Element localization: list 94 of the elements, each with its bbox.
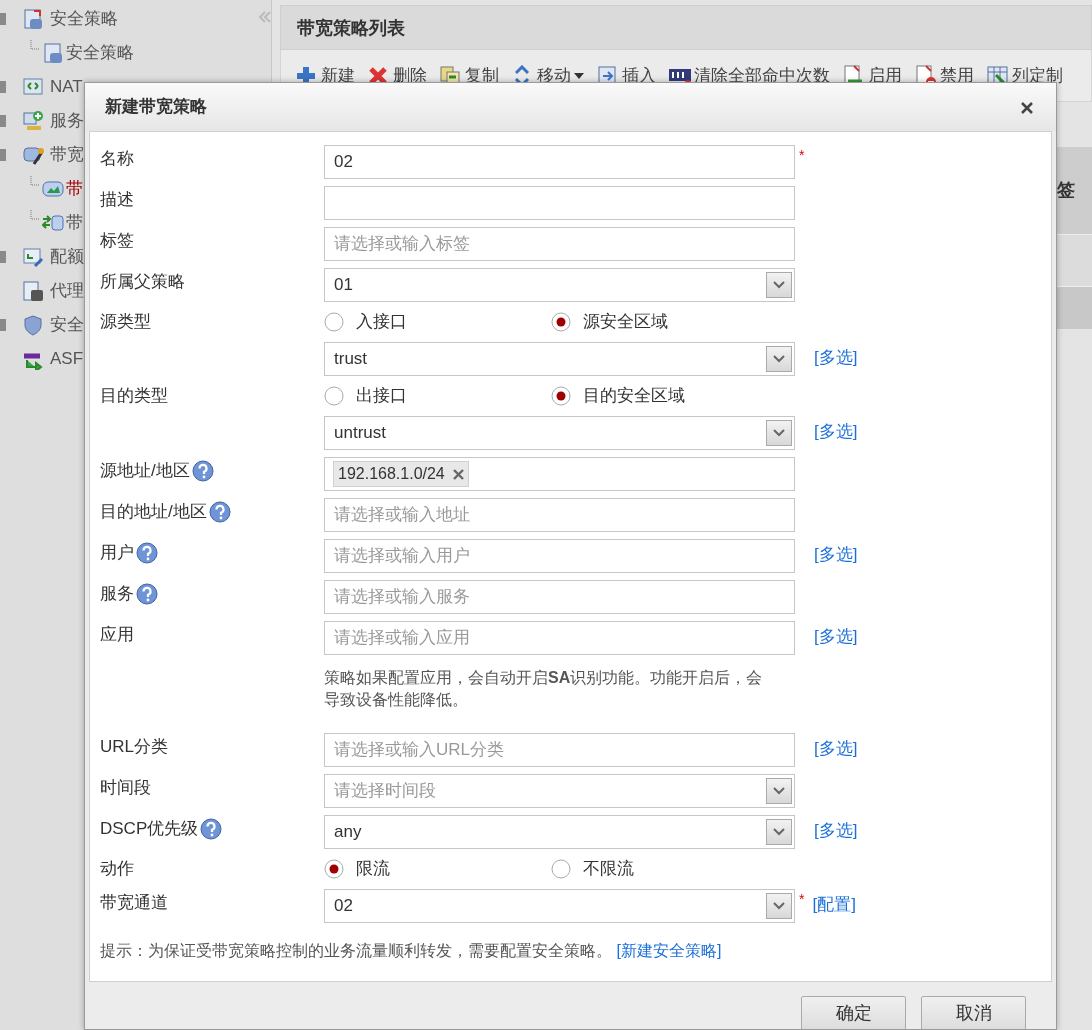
dropdown-field[interactable]: trust — [324, 342, 795, 376]
dropdown-field[interactable]: untrust — [324, 416, 795, 450]
field-label: 应用 — [100, 624, 134, 646]
link[interactable]: [多选] — [814, 732, 858, 762]
field-label: 服务 — [100, 583, 134, 605]
sidebar-item[interactable]: 安全策略 — [50, 6, 118, 32]
dropdown-button[interactable] — [766, 420, 792, 446]
field-label: DSCP优先级 — [100, 817, 199, 840]
radio-label: 限流 — [356, 858, 390, 881]
dropdown-button[interactable] — [766, 272, 792, 298]
help-icon[interactable] — [136, 541, 158, 564]
sidebar-item[interactable]: ASF — [50, 346, 84, 372]
close-icon — [1020, 100, 1034, 115]
field-label: URL分类 — [100, 735, 168, 758]
sidebar-item[interactable]: 带宽 — [50, 142, 84, 168]
radio-label: 入接口 — [356, 311, 407, 334]
radio-button[interactable] — [551, 858, 571, 879]
field-label: 带宽通道 — [100, 891, 168, 914]
field-label: 标签 — [100, 230, 134, 252]
ok-button[interactable]: 确定 — [801, 995, 906, 1029]
sidebar-item[interactable]: 代理 — [50, 278, 84, 304]
help-icon[interactable] — [136, 582, 158, 605]
link[interactable]: [多选] — [814, 416, 858, 445]
panel-title: 带宽策略列表 — [280, 5, 1092, 50]
input-field[interactable] — [324, 186, 795, 220]
radio-label: 目的安全区域 — [583, 385, 685, 408]
field-label: 动作 — [100, 857, 134, 880]
column-header: 签 — [1057, 147, 1092, 234]
sidebar-item[interactable]: 服务 — [50, 108, 84, 134]
sidebar-item[interactable]: 带 — [66, 210, 83, 236]
sidebar-item[interactable]: 安全 — [50, 312, 84, 338]
caret-icon — [773, 901, 785, 910]
input-field[interactable]: 请选择或输入用户 — [324, 539, 795, 573]
dropdown-button[interactable] — [766, 892, 792, 919]
tag-input-field[interactable]: 192.168.1.0/24 — [324, 457, 795, 491]
remove-icon[interactable] — [452, 468, 464, 480]
dialog-title: 新建带宽策略 — [105, 95, 207, 119]
dropdown-field[interactable]: any — [324, 814, 795, 849]
sidebar-item[interactable]: 配额 — [50, 244, 84, 270]
radio-button[interactable] — [324, 386, 344, 406]
sidebar-item[interactable]: 带 — [66, 176, 83, 202]
radio-label: 出接口 — [356, 385, 407, 408]
input-field[interactable]: 02 — [324, 145, 795, 179]
field-label: 目的地址/地区 — [100, 501, 207, 523]
link[interactable]: [多选] — [814, 814, 858, 844]
radio-button[interactable] — [551, 312, 571, 332]
required-mark: * — [799, 889, 805, 909]
cancel-button[interactable]: 取消 — [921, 995, 1026, 1029]
help-icon[interactable] — [208, 500, 231, 523]
required-mark: * — [799, 146, 805, 165]
dropdown-button[interactable] — [766, 346, 792, 372]
field-label: 名称 — [100, 148, 134, 170]
tree-line — [30, 176, 40, 186]
field-label: 所属父策略 — [100, 271, 185, 293]
input-field[interactable]: 请选择或输入URL分类 — [324, 732, 795, 767]
caret-icon — [773, 786, 785, 795]
radio-button[interactable] — [324, 312, 344, 332]
dropdown-field[interactable]: 02 — [324, 888, 795, 923]
help-icon[interactable] — [191, 459, 214, 482]
tree-line — [30, 40, 40, 50]
input-field[interactable]: 请选择或输入地址 — [324, 498, 795, 532]
field-label: 描述 — [100, 189, 134, 211]
field-label: 源地址/地区 — [100, 460, 190, 482]
field-label: 目的类型 — [100, 385, 168, 407]
toolbar-button[interactable]: 删除 — [367, 62, 427, 89]
radio-button[interactable] — [551, 386, 571, 406]
caret-icon — [773, 355, 785, 363]
note-text: 策略如果配置应用，会自动开启SA识别功能。功能开启后，会导致设备性能降低。 — [324, 668, 764, 711]
field-label: 用户 — [100, 542, 134, 564]
link[interactable]: [配置] — [812, 888, 856, 918]
input-field[interactable]: 请选择或输入应用 — [324, 621, 795, 655]
link[interactable]: [多选] — [814, 342, 858, 371]
sidebar-item[interactable]: NAT — [50, 74, 83, 100]
tree-line — [30, 210, 40, 220]
hint-text: 提示：为保证受带宽策略控制的业务流量顺利转发，需要配置安全策略。 [新建安全策略] — [100, 940, 723, 961]
address-tag[interactable]: 192.168.1.0/24 — [333, 461, 469, 487]
sidebar-item[interactable]: 安全策略 — [66, 40, 134, 66]
field-label: 源类型 — [100, 311, 151, 333]
dropdown-field[interactable]: 01 — [324, 268, 795, 302]
caret-icon — [773, 827, 785, 836]
radio-button[interactable] — [324, 858, 344, 879]
caret-icon — [773, 429, 785, 437]
link[interactable]: [新建安全策略] — [616, 941, 722, 959]
dropdown-button[interactable] — [766, 818, 792, 845]
link[interactable]: [多选] — [814, 539, 858, 568]
help-icon[interactable] — [200, 817, 223, 840]
field-label: 时间段 — [100, 776, 151, 799]
radio-label: 源安全区域 — [583, 311, 668, 334]
link[interactable]: [多选] — [814, 621, 858, 650]
input-field[interactable]: 请选择或输入标签 — [324, 227, 795, 261]
radio-label: 不限流 — [583, 858, 634, 881]
caret-icon — [773, 281, 785, 289]
input-field[interactable]: 请选择或输入服务 — [324, 580, 795, 614]
dropdown-button[interactable] — [766, 777, 792, 804]
